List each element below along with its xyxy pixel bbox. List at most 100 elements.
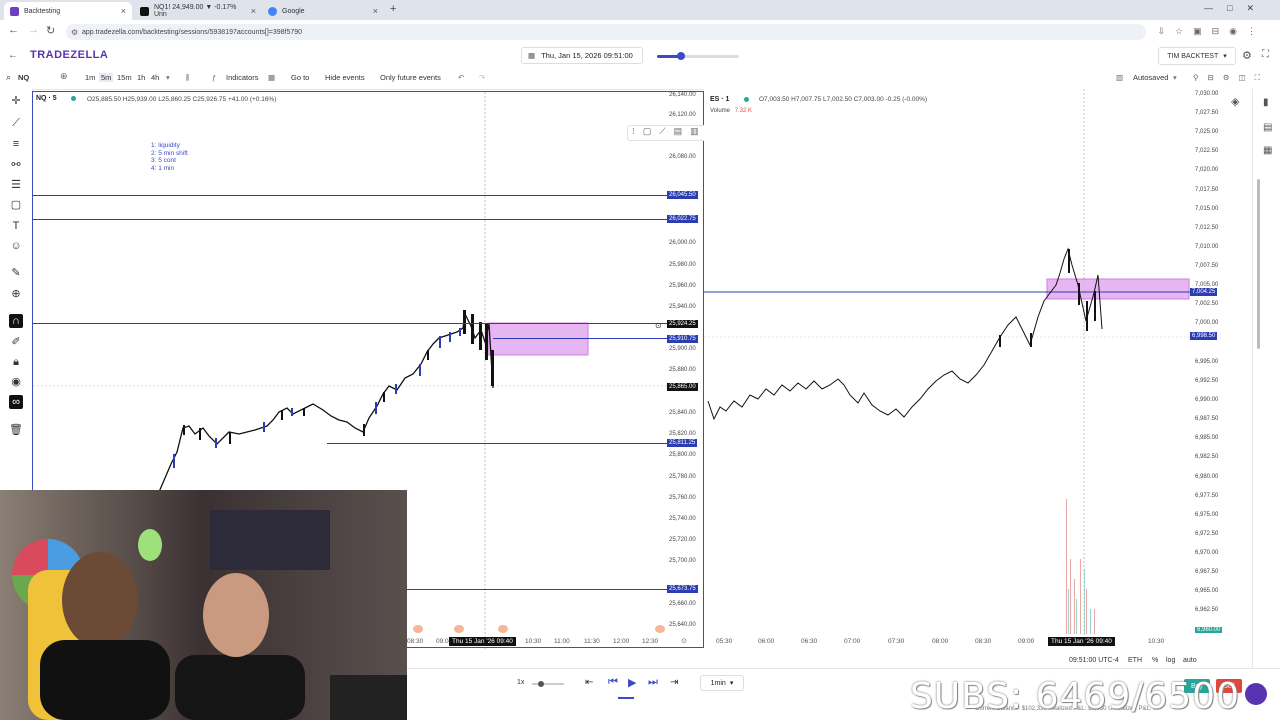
fullscreen-icon[interactable]: ⛶ [1262,49,1269,60]
search-icon[interactable]: ⌕ [6,72,11,83]
alert-icon[interactable]: ⊙ [655,321,662,330]
browser-tab-backtesting[interactable]: Backtesting × [4,2,132,20]
close-tab-icon[interactable]: × [251,6,256,16]
new-tab-icon[interactable]: + [390,3,396,15]
crosshair-icon[interactable]: ✛ [9,94,23,108]
chevron-down-icon[interactable]: ▾ [1173,73,1177,82]
account-selector[interactable]: TIM BACKTEST ▾ [1158,47,1236,65]
reload-icon[interactable]: ↻ [46,24,55,37]
level-line[interactable] [33,323,668,324]
minimize-icon[interactable]: — [1204,3,1227,13]
goto-button[interactable]: Go to [291,73,309,82]
step-forward-icon[interactable]: ⏭︎ [648,676,658,689]
speed-slider[interactable] [532,681,564,687]
browser-tab-google[interactable]: Google × [262,2,384,20]
slider-thumb[interactable] [677,52,685,60]
trend-line-icon[interactable]: ⟋ [9,116,23,130]
gear-icon[interactable]: ⚙ [1242,49,1252,62]
level-line[interactable] [493,338,668,339]
crosshair-price-tag[interactable]: 25,865.00 [667,383,698,391]
emoji-icon[interactable]: ☺ [9,239,23,253]
layout-toggle-icon[interactable]: ▥ [1116,73,1123,82]
add-symbol-icon[interactable]: ⊕ [60,71,68,82]
event-marker-icon[interactable] [454,625,464,633]
step-back-icon[interactable]: ⏮︎ [608,676,618,689]
session-date-picker[interactable]: ▦ Thu, Jan 15, 2026 09:51:00 [521,47,643,64]
jump-start-icon[interactable]: ⇤ [585,677,593,688]
lock-icon[interactable]: 🔒︎ [9,355,23,369]
text-icon[interactable]: T [9,219,23,233]
level-tag[interactable]: 26,022.75 [667,215,698,223]
eye-icon[interactable]: ◉ [9,375,23,389]
horizontal-lines-icon[interactable]: ≡ [9,137,23,151]
back-icon[interactable]: ← [8,50,18,61]
layout-icon[interactable]: ▦ [268,73,275,82]
indicators-button[interactable]: Indicators [226,73,259,82]
level-tag[interactable]: 6,998.50 [1190,332,1218,340]
rectangle-icon[interactable]: ▢ [9,198,23,212]
close-tab-icon[interactable]: × [121,6,126,16]
nq-price-axis[interactable]: 26,140.00 26,120.00 26,080.00 26,000.00 … [669,92,705,649]
event-marker-icon[interactable] [413,625,423,633]
autosave-status[interactable]: Autosaved [1133,73,1168,82]
chart-pane-es[interactable]: ES · 1 O7,003.50 H7,007.75 L7,002.50 C7,… [704,89,1251,664]
level-tag[interactable]: 7,004.25 [1190,288,1218,296]
back-arrow-icon[interactable]: ← [8,24,19,36]
ruler-icon[interactable]: ✎ [9,266,23,280]
zoom-icon[interactable]: ⊕ [9,287,23,301]
current-price-tag[interactable]: 25,924.25 [667,320,698,328]
browser-tab-nq[interactable]: NQ1! 24,949.00 ▼ -0.17% Unn × [134,2,262,20]
notes-icon[interactable]: ▤ [1263,122,1272,133]
interval-select[interactable]: 1min ▾ [700,675,744,691]
event-marker-icon[interactable] [498,625,508,633]
trash-icon[interactable]: 🗑︎ [9,423,23,437]
log-scale-button[interactable]: log [1166,657,1175,664]
timeframe-4h[interactable]: 4h [151,73,159,82]
es-price-axis[interactable]: 7,030.00 7,027.50 7,025.00 7,022.50 7,02… [1191,89,1251,649]
window-controls[interactable]: —□✕ [1204,3,1268,14]
calendar-icon[interactable]: ▦ [1263,145,1272,156]
replay-progress-slider[interactable] [657,52,739,60]
level-line[interactable] [33,219,668,220]
symbol-search[interactable]: NQ [18,73,29,82]
maximize-icon[interactable]: □ [1227,3,1246,13]
level-tag[interactable]: 26,045.50 [667,191,698,199]
chevron-down-icon[interactable]: ▾ [166,73,170,82]
level-tag[interactable]: 25,910.75 [667,335,698,343]
scrollbar[interactable] [1257,179,1260,349]
magnet-icon[interactable]: ∩ [9,314,23,328]
undo-icon[interactable]: ↶ [458,73,464,82]
browser-actions-icons[interactable]: ⇩☆▣⊟◉⋮ [1157,26,1266,37]
jump-end-icon[interactable]: ⇥ [670,677,678,688]
forward-arrow-icon[interactable]: → [28,24,39,36]
close-window-icon[interactable]: ✕ [1246,3,1268,13]
level-line[interactable] [327,443,668,444]
redo-icon[interactable]: ↷ [479,73,485,82]
hide-events-button[interactable]: Hide events [325,73,365,82]
layers-icon[interactable]: ◈ [1231,95,1239,108]
pattern-icon[interactable]: ⚯ [9,158,23,172]
chart-settings-icons[interactable]: ⚲⊟⚙◫⛶ [1193,73,1269,83]
close-tab-icon[interactable]: × [373,6,378,16]
url-field[interactable]: ⚙ app.tradezella.com/backtesting/session… [66,24,1146,40]
timezone-settings-icon[interactable]: ⊙ [681,637,687,645]
chart-type-icon[interactable]: ⫼ [186,73,189,83]
auto-scale-button[interactable]: auto [1183,657,1197,664]
chart-icon[interactable]: ▮ [1263,97,1269,108]
slider-thumb[interactable] [538,681,544,687]
site-info-icon[interactable]: ⚙ [71,28,78,37]
future-events-button[interactable]: Only future events [380,73,441,82]
level-tag[interactable]: 25,811.25 [667,439,698,447]
link-icon[interactable]: ∞ [9,395,23,409]
fib-icon[interactable]: ☰ [9,178,23,192]
level-line[interactable] [33,195,668,196]
timeframe-5m[interactable]: 5m [99,73,114,82]
level-line[interactable] [403,589,668,590]
percent-scale-button[interactable]: % [1152,657,1158,664]
session-eth-button[interactable]: ETH [1128,657,1142,664]
chat-bubble-icon[interactable] [1245,683,1267,705]
event-marker-icon[interactable] [655,625,665,633]
play-icon[interactable]: ▶ [628,676,636,689]
timeframe-15m[interactable]: 15m [117,73,132,82]
level-tag[interactable]: 25,673.75 [667,585,698,593]
